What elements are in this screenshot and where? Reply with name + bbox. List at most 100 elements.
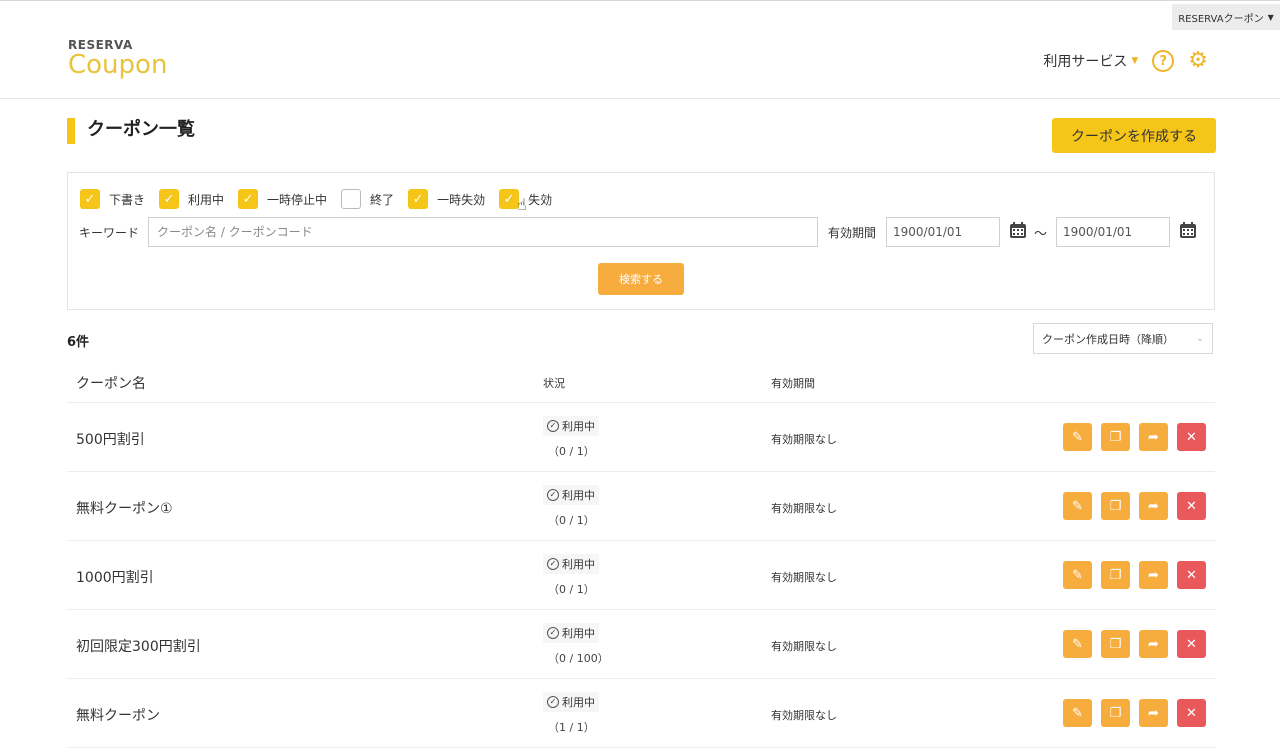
sort-select[interactable]: クーポン作成日時（降順） ⌄ [1033, 323, 1213, 354]
chevron-down-icon: ▼ [1267, 12, 1274, 22]
checkbox-checked-icon[interactable]: ✓ [159, 189, 180, 209]
status-badge: ✓ 利用中 [543, 416, 599, 436]
status-badge: ✓ 利用中 [543, 692, 599, 712]
question-circle-icon[interactable]: ? [1152, 50, 1175, 72]
checkbox-unchecked-icon[interactable] [341, 189, 362, 209]
status-cell: ✓ 利用中 （0 / 1） [543, 413, 599, 459]
delete-icon[interactable]: ✕ [1177, 630, 1206, 658]
copy-icon[interactable]: ❐ [1101, 492, 1130, 520]
validity-text: 有効期限なし [771, 640, 837, 653]
validity-period-label: 有効期間 [828, 226, 877, 240]
check-circle-icon: ✓ [547, 627, 559, 639]
status-filter-label: 一時失効 [437, 192, 486, 207]
status-filter-label: 終了 [370, 192, 395, 207]
keyword-label: キーワード [79, 226, 140, 240]
usage-count: （0 / 1） [548, 514, 595, 527]
row-actions: ✎ ❐ ➦ ✕ [1063, 699, 1206, 727]
share-icon[interactable]: ➦ [1139, 423, 1168, 451]
status-filter-row: ✓ 下書き ✓ 利用中 ✓ 一時停止中 終了 ✓ 一時失効 ✓ 失効 [80, 189, 566, 209]
table-row: 500円割引 ✓ 利用中 （0 / 1） 有効期限なし ✎ ❐ ➦ ✕ [67, 403, 1215, 472]
validity-text: 有効期限なし [771, 502, 837, 515]
filter-panel: ✓ 下書き ✓ 利用中 ✓ 一時停止中 終了 ✓ 一時失効 ✓ 失効 キーワード… [67, 172, 1215, 310]
checkbox-checked-icon[interactable]: ✓ [80, 189, 100, 209]
edit-icon[interactable]: ✎ [1063, 492, 1092, 520]
service-switcher[interactable]: RESERVAクーポン ▼ [1172, 4, 1280, 30]
edit-icon[interactable]: ✎ [1063, 699, 1092, 727]
coupon-name[interactable]: 500円割引 [76, 429, 145, 449]
status-badge: ✓ 利用中 [543, 623, 599, 643]
share-icon[interactable]: ➦ [1139, 699, 1168, 727]
share-icon[interactable]: ➦ [1139, 492, 1168, 520]
column-header-period: 有効期間 [771, 377, 815, 390]
column-header-status: 状況 [543, 377, 565, 390]
calendar-icon[interactable] [1179, 221, 1197, 239]
status-cell: ✓ 利用中 （0 / 1） [543, 551, 599, 597]
share-icon[interactable]: ➦ [1139, 561, 1168, 589]
copy-icon[interactable]: ❐ [1101, 561, 1130, 589]
validity-text: 有効期限なし [771, 709, 837, 722]
coupon-name[interactable]: 無料クーポン① [76, 498, 173, 518]
top-bar: RESERVAクーポン ▼ [0, 0, 1280, 31]
status-filter-label: 一時停止中 [267, 192, 328, 207]
row-actions: ✎ ❐ ➦ ✕ [1063, 561, 1206, 589]
check-circle-icon: ✓ [547, 420, 559, 432]
status-badge: ✓ 利用中 [543, 485, 599, 505]
usage-count: （1 / 1） [548, 721, 595, 734]
table-header: クーポン名 状況 有効期間 [67, 360, 1215, 403]
status-filter-ended[interactable]: 終了 [341, 189, 394, 209]
status-cell: ✓ 利用中 （1 / 1） [543, 689, 599, 735]
gear-icon[interactable]: ⚙ [1188, 50, 1208, 72]
status-cell: ✓ 利用中 （0 / 100） [543, 620, 609, 666]
status-text: 利用中 [562, 420, 595, 433]
status-filter-draft[interactable]: ✓ 下書き [80, 189, 145, 209]
chevron-down-icon: ⌄ [1196, 333, 1204, 344]
status-filter-label: 利用中 [188, 192, 225, 207]
status-cell: ✓ 利用中 （0 / 1） [543, 482, 599, 528]
usage-services-menu[interactable]: 利用サービス ▼ [1043, 51, 1138, 71]
usage-services-label: 利用サービス [1043, 54, 1128, 70]
logo[interactable]: RESERVA Coupon [68, 38, 167, 79]
checkbox-checked-icon[interactable]: ✓ [408, 189, 429, 209]
status-text: 利用中 [562, 696, 595, 709]
delete-icon[interactable]: ✕ [1177, 492, 1206, 520]
status-filter-active[interactable]: ✓ 利用中 [159, 189, 224, 209]
checkbox-checked-icon[interactable]: ✓ [238, 189, 259, 209]
edit-icon[interactable]: ✎ [1063, 630, 1092, 658]
copy-icon[interactable]: ❐ [1101, 699, 1130, 727]
coupon-name[interactable]: 1000円割引 [76, 567, 154, 587]
calendar-icon[interactable] [1009, 221, 1027, 239]
caret-down-icon: ▼ [1131, 56, 1139, 66]
date-from-input[interactable] [886, 217, 1000, 247]
table-row: 1000円割引 ✓ 利用中 （0 / 1） 有効期限なし ✎ ❐ ➦ ✕ [67, 541, 1215, 610]
coupon-name[interactable]: 無料クーポン [76, 705, 160, 725]
usage-count: （0 / 100） [548, 652, 609, 665]
copy-icon[interactable]: ❐ [1101, 630, 1130, 658]
date-to-input[interactable] [1056, 217, 1170, 247]
sort-select-value: クーポン作成日時（降順） [1042, 332, 1174, 346]
table-row: 無料クーポン① ✓ 利用中 （0 / 1） 有効期限なし ✎ ❐ ➦ ✕ [67, 472, 1215, 541]
status-filter-paused[interactable]: ✓ 一時停止中 [238, 189, 327, 209]
row-actions: ✎ ❐ ➦ ✕ [1063, 492, 1206, 520]
date-range-separator: ～ [1034, 227, 1048, 242]
table-row: 無料クーポン ✓ 利用中 （1 / 1） 有効期限なし ✎ ❐ ➦ ✕ [67, 679, 1215, 748]
edit-icon[interactable]: ✎ [1063, 423, 1092, 451]
search-button[interactable]: 検索する [598, 263, 684, 295]
status-filter-label: 下書き [109, 192, 146, 207]
status-filter-temp-expired[interactable]: ✓ 一時失効 [408, 189, 485, 209]
row-actions: ✎ ❐ ➦ ✕ [1063, 423, 1206, 451]
usage-count: （0 / 1） [548, 445, 595, 458]
usage-count: （0 / 1） [548, 583, 595, 596]
create-coupon-button[interactable]: クーポンを作成する [1052, 118, 1216, 153]
copy-icon[interactable]: ❐ [1101, 423, 1130, 451]
delete-icon[interactable]: ✕ [1177, 561, 1206, 589]
edit-icon[interactable]: ✎ [1063, 561, 1092, 589]
coupon-name[interactable]: 初回限定300円割引 [76, 636, 201, 656]
delete-icon[interactable]: ✕ [1177, 423, 1206, 451]
table-row: 初回限定300円割引 ✓ 利用中 （0 / 100） 有効期限なし ✎ ❐ ➦ ✕ [67, 610, 1215, 679]
share-icon[interactable]: ➦ [1139, 630, 1168, 658]
status-badge: ✓ 利用中 [543, 554, 599, 574]
delete-icon[interactable]: ✕ [1177, 699, 1206, 727]
keyword-input[interactable] [148, 217, 818, 247]
check-circle-icon: ✓ [547, 489, 559, 501]
result-count: 6件 [67, 335, 90, 350]
